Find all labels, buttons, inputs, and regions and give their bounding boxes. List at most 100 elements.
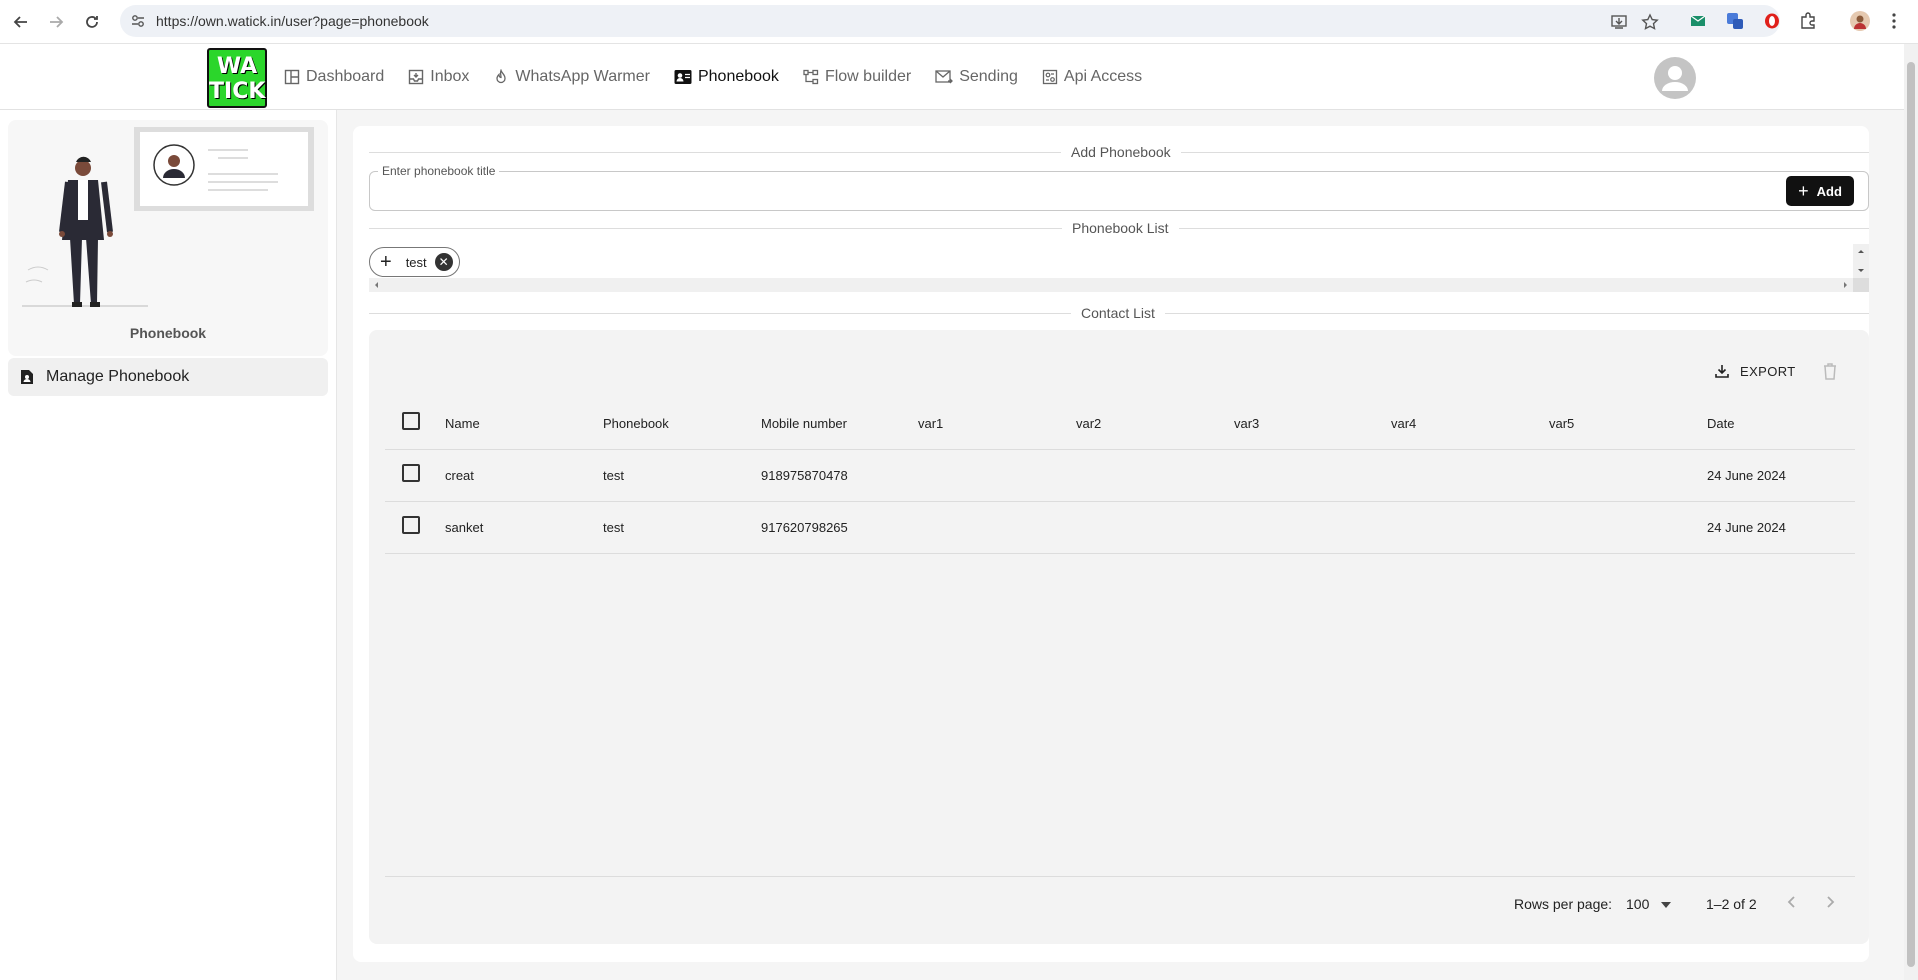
download-icon bbox=[1715, 365, 1729, 378]
user-avatar[interactable] bbox=[1654, 57, 1696, 99]
flame-icon bbox=[496, 69, 507, 84]
app-header: WA TICK Dashboard Inbox WhatsApp Warmer … bbox=[0, 44, 1904, 110]
logo-line-2: TICK bbox=[209, 79, 266, 104]
cell-name: creat bbox=[445, 468, 474, 483]
main-nav: Dashboard Inbox WhatsApp Warmer Phoneboo… bbox=[284, 64, 1166, 90]
cell-phonebook: test bbox=[603, 520, 624, 535]
cell-name: sanket bbox=[445, 520, 484, 535]
nav-label: Flow builder bbox=[824, 68, 912, 85]
column-header[interactable]: var5 bbox=[1549, 416, 1574, 431]
sidebar-item-manage-phonebook[interactable]: Manage Phonebook bbox=[8, 358, 328, 396]
column-header[interactable]: var3 bbox=[1234, 416, 1259, 431]
row-checkbox[interactable] bbox=[402, 516, 420, 534]
page-scrollbar[interactable] bbox=[1904, 44, 1918, 980]
install-app-icon[interactable] bbox=[1610, 13, 1628, 31]
reload-icon[interactable] bbox=[80, 10, 104, 34]
add-phonebook-button[interactable]: + Add bbox=[1786, 176, 1854, 206]
extension-mail-icon[interactable] bbox=[1688, 11, 1708, 31]
close-icon[interactable]: ✕ bbox=[434, 253, 453, 271]
cell-date: 24 June 2024 bbox=[1707, 468, 1786, 483]
extensions-puzzle-icon[interactable] bbox=[1798, 11, 1818, 31]
add-phonebook-heading: Add Phonebook bbox=[1061, 144, 1181, 160]
pagination-range: 1–2 of 2 bbox=[1706, 896, 1757, 912]
contact-table: Name Phonebook Mobile number var1 var2 v… bbox=[385, 398, 1855, 554]
chip-horizontal-scrollbar[interactable] bbox=[369, 278, 1853, 292]
chip-label: test bbox=[405, 254, 427, 270]
back-icon[interactable] bbox=[9, 10, 33, 34]
export-label: EXPORT bbox=[1740, 363, 1796, 379]
phonebook-chip[interactable]: + test ✕ bbox=[369, 247, 460, 277]
sidebar-item-label: Manage Phonebook bbox=[46, 368, 190, 385]
cell-phonebook: test bbox=[603, 468, 624, 483]
nav-label: Api Access bbox=[1063, 68, 1143, 85]
column-header[interactable]: var1 bbox=[918, 416, 943, 431]
plus-icon: + bbox=[1798, 181, 1809, 201]
rows-per-page-value: 100 bbox=[1626, 896, 1650, 912]
extension-opera-icon[interactable] bbox=[1762, 11, 1782, 31]
column-header[interactable]: Date bbox=[1707, 416, 1734, 431]
column-header[interactable]: Mobile number bbox=[761, 416, 847, 431]
browser-menu-icon[interactable] bbox=[1884, 11, 1904, 31]
plus-icon: + bbox=[380, 251, 392, 273]
nav-api-access[interactable]: Api Access bbox=[1042, 64, 1142, 90]
column-header[interactable]: Name bbox=[445, 416, 480, 431]
select-all-checkbox[interactable] bbox=[402, 412, 420, 430]
trash-icon[interactable] bbox=[1822, 361, 1838, 386]
mail-icon bbox=[935, 70, 954, 84]
table-row[interactable]: creat test 918975870478 24 June 2024 bbox=[385, 450, 1855, 502]
logo-line-1: WA bbox=[216, 54, 258, 79]
nav-label: Dashboard bbox=[306, 68, 385, 85]
phonebook-illustration-card: Phonebook bbox=[8, 120, 328, 356]
nav-flow-builder[interactable]: Flow builder bbox=[803, 64, 911, 90]
profile-avatar-icon[interactable] bbox=[1850, 11, 1870, 31]
rows-per-page-label: Rows per page: bbox=[1514, 896, 1613, 912]
nav-dashboard[interactable]: Dashboard bbox=[284, 64, 384, 90]
nav-whatsapp-warmer[interactable]: WhatsApp Warmer bbox=[493, 64, 650, 90]
browser-toolbar: https://own.watick.in/user?page=phoneboo… bbox=[0, 0, 1918, 44]
site-info-icon[interactable] bbox=[130, 13, 146, 29]
cell-mobile: 918975870478 bbox=[761, 468, 848, 483]
sidebar: Phonebook Manage Phonebook bbox=[0, 110, 337, 980]
table-header-row: Name Phonebook Mobile number var1 var2 v… bbox=[385, 398, 1855, 450]
inbox-icon bbox=[409, 69, 424, 85]
table-row[interactable]: sanket test 917620798265 24 June 2024 bbox=[385, 502, 1855, 554]
dropdown-arrow-icon bbox=[1661, 902, 1672, 909]
previous-page-icon[interactable] bbox=[1786, 893, 1796, 914]
watick-logo[interactable]: WA TICK bbox=[207, 48, 267, 108]
extension-translate-icon[interactable] bbox=[1725, 11, 1745, 31]
forward-icon[interactable] bbox=[44, 10, 68, 34]
dashboard-icon bbox=[284, 69, 300, 85]
nav-label: Sending bbox=[959, 68, 1018, 85]
column-header[interactable]: var4 bbox=[1391, 416, 1416, 431]
cell-date: 24 June 2024 bbox=[1707, 520, 1786, 535]
page-scrollbar-thumb[interactable] bbox=[1907, 62, 1915, 967]
column-header[interactable]: var2 bbox=[1076, 416, 1101, 431]
api-icon bbox=[1042, 69, 1058, 85]
nav-inbox[interactable]: Inbox bbox=[408, 64, 469, 90]
phonebook-list-divider: Phonebook List bbox=[369, 218, 1869, 238]
nav-phonebook[interactable]: Phonebook bbox=[674, 64, 779, 90]
sidebar-card-label: Phonebook bbox=[129, 325, 207, 341]
address-bar[interactable]: https://own.watick.in/user?page=phoneboo… bbox=[120, 5, 1780, 37]
contact-list-divider: Contact List bbox=[369, 303, 1869, 323]
contact-page-icon bbox=[21, 370, 33, 384]
phonebook-title-field[interactable]: Enter phonebook title + Add bbox=[369, 164, 1869, 211]
person-illustration bbox=[22, 127, 314, 307]
phonebook-chip-list: + test ✕ bbox=[369, 244, 1869, 294]
add-phonebook-divider: Add Phonebook bbox=[369, 142, 1869, 162]
bookmark-star-icon[interactable] bbox=[1641, 13, 1659, 31]
rows-per-page-select[interactable]: 100 bbox=[1626, 896, 1672, 912]
chip-vertical-scrollbar[interactable] bbox=[1853, 244, 1869, 278]
contacts-icon bbox=[674, 70, 692, 84]
cell-mobile: 917620798265 bbox=[761, 520, 848, 535]
url-text[interactable]: https://own.watick.in/user?page=phoneboo… bbox=[156, 13, 429, 29]
table-footer-divider bbox=[385, 876, 1855, 877]
export-button[interactable]: EXPORT bbox=[1714, 360, 1796, 382]
row-checkbox[interactable] bbox=[402, 464, 420, 482]
next-page-icon[interactable] bbox=[1826, 893, 1836, 914]
contact-list-heading: Contact List bbox=[1071, 305, 1165, 321]
nav-label: Inbox bbox=[430, 68, 470, 85]
nav-sending[interactable]: Sending bbox=[935, 64, 1018, 90]
scroll-corner bbox=[1853, 278, 1869, 292]
column-header[interactable]: Phonebook bbox=[603, 416, 669, 431]
